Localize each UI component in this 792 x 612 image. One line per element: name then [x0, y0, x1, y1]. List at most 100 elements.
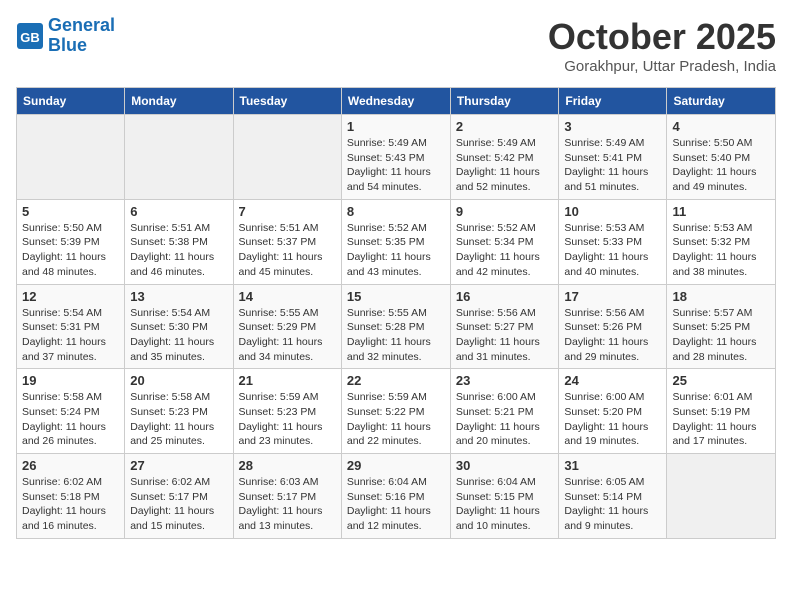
day-cell: 3 Sunrise: 5:49 AMSunset: 5:41 PMDaylight…: [559, 115, 667, 200]
day-info: Sunrise: 5:52 AMSunset: 5:34 PMDaylight:…: [456, 221, 554, 280]
day-info: Sunrise: 5:49 AMSunset: 5:41 PMDaylight:…: [564, 136, 661, 195]
logo: GB General Blue: [16, 16, 115, 56]
day-info: Sunrise: 6:00 AMSunset: 5:21 PMDaylight:…: [456, 390, 554, 449]
week-row-4: 19 Sunrise: 5:58 AMSunset: 5:24 PMDayligh…: [17, 369, 776, 454]
day-number: 8: [347, 204, 445, 219]
logo-line2: Blue: [48, 35, 87, 55]
day-number: 11: [672, 204, 770, 219]
day-info: Sunrise: 5:59 AMSunset: 5:23 PMDaylight:…: [239, 390, 336, 449]
day-cell: 26 Sunrise: 6:02 AMSunset: 5:18 PMDayligh…: [17, 454, 125, 539]
column-header-friday: Friday: [559, 88, 667, 115]
day-number: 4: [672, 119, 770, 134]
day-info: Sunrise: 6:02 AMSunset: 5:18 PMDaylight:…: [22, 475, 119, 534]
day-info: Sunrise: 5:58 AMSunset: 5:24 PMDaylight:…: [22, 390, 119, 449]
day-cell: 29 Sunrise: 6:04 AMSunset: 5:16 PMDayligh…: [341, 454, 450, 539]
day-cell: 16 Sunrise: 5:56 AMSunset: 5:27 PMDayligh…: [450, 284, 559, 369]
day-cell: 2 Sunrise: 5:49 AMSunset: 5:42 PMDaylight…: [450, 115, 559, 200]
day-info: Sunrise: 6:05 AMSunset: 5:14 PMDaylight:…: [564, 475, 661, 534]
day-number: 15: [347, 289, 445, 304]
day-number: 28: [239, 458, 336, 473]
day-info: Sunrise: 5:55 AMSunset: 5:28 PMDaylight:…: [347, 306, 445, 365]
day-number: 22: [347, 373, 445, 388]
day-number: 26: [22, 458, 119, 473]
day-cell: 15 Sunrise: 5:55 AMSunset: 5:28 PMDayligh…: [341, 284, 450, 369]
day-info: Sunrise: 5:53 AMSunset: 5:33 PMDaylight:…: [564, 221, 661, 280]
day-cell: 12 Sunrise: 5:54 AMSunset: 5:31 PMDayligh…: [17, 284, 125, 369]
day-number: 10: [564, 204, 661, 219]
day-cell: 28Sunrise: 6:03 AMSunset: 5:17 PMDayligh…: [233, 454, 341, 539]
day-info: Sunrise: 5:55 AMSunset: 5:29 PMDaylight:…: [239, 306, 336, 365]
day-cell: 13 Sunrise: 5:54 AMSunset: 5:30 PMDayligh…: [125, 284, 233, 369]
day-number: 24: [564, 373, 661, 388]
column-header-saturday: Saturday: [667, 88, 776, 115]
week-row-5: 26 Sunrise: 6:02 AMSunset: 5:18 PMDayligh…: [17, 454, 776, 539]
day-number: 9: [456, 204, 554, 219]
day-info: Sunrise: 6:02 AMSunset: 5:17 PMDaylight:…: [130, 475, 227, 534]
day-cell: 27 Sunrise: 6:02 AMSunset: 5:17 PMDayligh…: [125, 454, 233, 539]
svg-text:GB: GB: [20, 30, 40, 45]
day-number: 1: [347, 119, 445, 134]
day-info: Sunrise: 5:57 AMSunset: 5:25 PMDaylight:…: [672, 306, 770, 365]
calendar-table: SundayMondayTuesdayWednesdayThursdayFrid…: [16, 87, 776, 539]
day-cell: 8 Sunrise: 5:52 AMSunset: 5:35 PMDaylight…: [341, 199, 450, 284]
day-number: 12: [22, 289, 119, 304]
column-header-tuesday: Tuesday: [233, 88, 341, 115]
day-number: 3: [564, 119, 661, 134]
day-cell: 19 Sunrise: 5:58 AMSunset: 5:24 PMDayligh…: [17, 369, 125, 454]
day-number: 21: [239, 373, 336, 388]
day-info: Sunrise: 5:51 AMSunset: 5:37 PMDaylight:…: [239, 221, 336, 280]
day-info: Sunrise: 5:56 AMSunset: 5:27 PMDaylight:…: [456, 306, 554, 365]
day-info: Sunrise: 5:54 AMSunset: 5:31 PMDaylight:…: [22, 306, 119, 365]
day-cell: 4Sunrise: 5:50 AMSunset: 5:40 PMDaylight…: [667, 115, 776, 200]
day-cell: 31 Sunrise: 6:05 AMSunset: 5:14 PMDayligh…: [559, 454, 667, 539]
day-number: 16: [456, 289, 554, 304]
day-cell: 9 Sunrise: 5:52 AMSunset: 5:34 PMDaylight…: [450, 199, 559, 284]
day-cell: 25Sunrise: 6:01 AMSunset: 5:19 PMDayligh…: [667, 369, 776, 454]
day-number: 30: [456, 458, 554, 473]
day-cell: [233, 115, 341, 200]
day-info: Sunrise: 6:00 AMSunset: 5:20 PMDaylight:…: [564, 390, 661, 449]
day-cell: 14 Sunrise: 5:55 AMSunset: 5:29 PMDayligh…: [233, 284, 341, 369]
day-info: Sunrise: 5:51 AMSunset: 5:38 PMDaylight:…: [130, 221, 227, 280]
day-cell: 6 Sunrise: 5:51 AMSunset: 5:38 PMDaylight…: [125, 199, 233, 284]
logo-line1: General: [48, 15, 115, 35]
column-header-monday: Monday: [125, 88, 233, 115]
day-cell: 30 Sunrise: 6:04 AMSunset: 5:15 PMDayligh…: [450, 454, 559, 539]
day-number: 31: [564, 458, 661, 473]
title-block: October 2025 Gorakhpur, Uttar Pradesh, I…: [548, 16, 776, 75]
week-row-1: 1 Sunrise: 5:49 AMSunset: 5:43 PMDaylight…: [17, 115, 776, 200]
day-cell: [125, 115, 233, 200]
day-cell: 5Sunrise: 5:50 AMSunset: 5:39 PMDaylight…: [17, 199, 125, 284]
column-header-sunday: Sunday: [17, 88, 125, 115]
day-info: Sunrise: 5:54 AMSunset: 5:30 PMDaylight:…: [130, 306, 227, 365]
day-cell: 18Sunrise: 5:57 AMSunset: 5:25 PMDayligh…: [667, 284, 776, 369]
week-row-3: 12 Sunrise: 5:54 AMSunset: 5:31 PMDayligh…: [17, 284, 776, 369]
day-cell: 23 Sunrise: 6:00 AMSunset: 5:21 PMDayligh…: [450, 369, 559, 454]
day-number: 2: [456, 119, 554, 134]
day-cell: 17 Sunrise: 5:56 AMSunset: 5:26 PMDayligh…: [559, 284, 667, 369]
day-number: 13: [130, 289, 227, 304]
day-info: Sunrise: 5:53 AMSunset: 5:32 PMDaylight:…: [672, 221, 770, 280]
day-number: 7: [239, 204, 336, 219]
day-info: Sunrise: 6:04 AMSunset: 5:16 PMDaylight:…: [347, 475, 445, 534]
day-number: 17: [564, 289, 661, 304]
day-cell: 22Sunrise: 5:59 AMSunset: 5:22 PMDayligh…: [341, 369, 450, 454]
column-header-wednesday: Wednesday: [341, 88, 450, 115]
day-number: 6: [130, 204, 227, 219]
location-subtitle: Gorakhpur, Uttar Pradesh, India: [548, 58, 776, 75]
day-info: Sunrise: 6:01 AMSunset: 5:19 PMDaylight:…: [672, 390, 770, 449]
page-header: GB General Blue October 2025 Gorakhpur, …: [16, 16, 776, 75]
day-number: 23: [456, 373, 554, 388]
day-cell: 20Sunrise: 5:58 AMSunset: 5:23 PMDayligh…: [125, 369, 233, 454]
column-header-thursday: Thursday: [450, 88, 559, 115]
day-info: Sunrise: 5:56 AMSunset: 5:26 PMDaylight:…: [564, 306, 661, 365]
day-number: 19: [22, 373, 119, 388]
day-info: Sunrise: 5:49 AMSunset: 5:43 PMDaylight:…: [347, 136, 445, 195]
day-info: Sunrise: 5:49 AMSunset: 5:42 PMDaylight:…: [456, 136, 554, 195]
day-number: 29: [347, 458, 445, 473]
day-info: Sunrise: 5:52 AMSunset: 5:35 PMDaylight:…: [347, 221, 445, 280]
day-info: Sunrise: 6:04 AMSunset: 5:15 PMDaylight:…: [456, 475, 554, 534]
day-info: Sunrise: 5:50 AMSunset: 5:39 PMDaylight:…: [22, 221, 119, 280]
day-number: 27: [130, 458, 227, 473]
day-number: 14: [239, 289, 336, 304]
